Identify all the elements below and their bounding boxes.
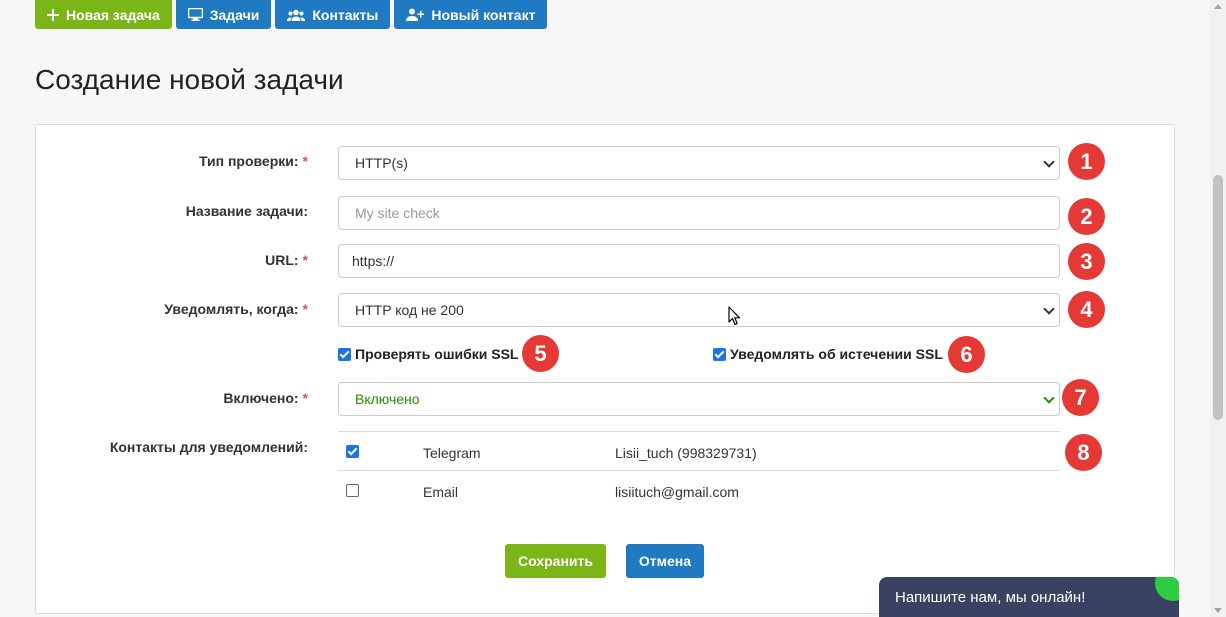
chat-text: Напишите нам, мы онлайн! [895, 588, 1086, 606]
chat-widget[interactable]: Напишите нам, мы онлайн! [879, 577, 1179, 617]
plus-icon [47, 8, 59, 21]
contact-telegram-checkbox[interactable] [346, 445, 359, 458]
new-task-label: Новая задача [66, 6, 160, 23]
check-type-label: Тип проверки: * [198, 153, 308, 169]
url-field[interactable]: https:// [338, 244, 1060, 278]
monitor-icon [187, 8, 203, 21]
users-icon [287, 9, 306, 21]
enabled-value: Включено [355, 391, 420, 407]
contacts-label: Контакты для уведомлений: [109, 439, 308, 455]
tasks-label: Задачи [209, 6, 260, 23]
annotation-badge-5: 5 [522, 335, 559, 372]
ssl-errors-checkbox[interactable]: Проверять ошибки SSL [338, 346, 518, 362]
contacts-button[interactable]: Контакты [275, 0, 391, 29]
check-type-select[interactable]: HTTP(s) [338, 146, 1060, 180]
contact-row: Telegram Lisii_tuch (998329731) [338, 431, 1060, 470]
tasks-button[interactable]: Задачи [175, 0, 272, 29]
annotation-badge-6: 6 [948, 336, 985, 373]
contact-row: Email lisiituch@gmail.com [338, 470, 1060, 509]
url-label: URL: * [265, 252, 308, 268]
new-contact-button[interactable]: Новый контакт [394, 0, 548, 29]
contact-type: Email [423, 484, 459, 500]
user-plus-icon [406, 8, 425, 21]
contact-value: Lisii_tuch (998329731) [615, 445, 757, 461]
scroll-up-icon[interactable] [1214, 4, 1222, 9]
annotation-badge-2: 2 [1068, 198, 1105, 235]
task-name-field[interactable] [338, 196, 1060, 230]
page-scrollbar[interactable] [1210, 0, 1226, 617]
page-title: Создание новой задачи [35, 64, 344, 95]
toolbar: Новая задача Задачи Контакты Новый конта… [35, 0, 548, 29]
enabled-label: Включено: * [223, 390, 308, 406]
save-button[interactable]: Сохранить [505, 544, 606, 578]
ssl-errors-check[interactable] [338, 347, 351, 361]
annotation-badge-8: 8 [1065, 434, 1102, 471]
annotation-badge-1: 1 [1068, 143, 1105, 180]
notify-when-value: HTTP код не 200 [355, 302, 464, 318]
notify-when-select[interactable]: HTTP код не 200 [338, 293, 1060, 327]
scroll-down-icon[interactable] [1214, 608, 1222, 613]
annotation-badge-3: 3 [1068, 243, 1105, 280]
new-task-button[interactable]: Новая задача [35, 0, 172, 29]
new-contact-label: Новый контакт [431, 6, 536, 23]
scroll-thumb[interactable] [1213, 175, 1223, 420]
contact-email-checkbox[interactable] [346, 484, 359, 497]
url-value: https:// [352, 253, 395, 269]
ssl-expiry-label: Уведомлять об истечении SSL [730, 346, 943, 362]
task-name-input[interactable] [355, 205, 1043, 221]
annotation-badge-7: 7 [1062, 379, 1099, 416]
ssl-expiry-checkbox[interactable]: Уведомлять об истечении SSL [713, 346, 943, 362]
check-type-value: HTTP(s) [355, 155, 408, 171]
contact-type: Telegram [423, 445, 481, 461]
contacts-table: Telegram Lisii_tuch (998329731) Email li… [338, 431, 1060, 509]
cancel-button[interactable]: Отмена [626, 544, 704, 578]
annotation-badge-4: 4 [1068, 291, 1105, 328]
mouse-cursor-icon [728, 306, 741, 326]
contact-value: lisiituch@gmail.com [615, 484, 739, 500]
online-indicator [1155, 577, 1179, 601]
task-form-panel: Тип проверки: * HTTP(s) 1 Название задачи… [35, 124, 1175, 614]
task-name-label: Название задачи: [185, 203, 308, 219]
enabled-select[interactable]: Включено [338, 382, 1060, 416]
ssl-expiry-check[interactable] [713, 347, 726, 361]
contacts-label: Контакты [312, 6, 379, 23]
ssl-errors-label: Проверять ошибки SSL [355, 346, 519, 362]
notify-when-label: Уведомлять, когда: * [164, 301, 308, 317]
